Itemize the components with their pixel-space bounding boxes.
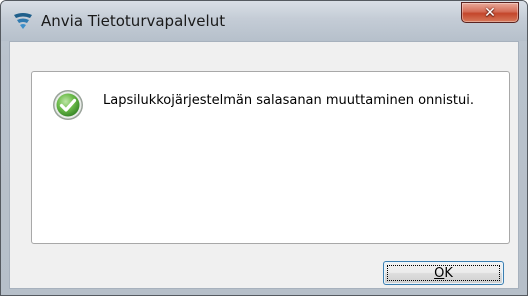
ok-button-label: OK	[434, 265, 453, 281]
dialog-window: Anvia Tietoturvapalvelut ✕ Lapsilukkojär…	[0, 0, 528, 296]
message-panel: Lapsilukkojärjestelmän salasanan muuttam…	[31, 71, 510, 244]
message-text: Lapsilukkojärjestelmän salasanan muuttam…	[103, 93, 474, 108]
close-x-icon: ✕	[484, 4, 496, 21]
dialog-client-area: Lapsilukkojärjestelmän salasanan muuttam…	[9, 41, 519, 289]
ok-button[interactable]: OK	[383, 261, 504, 285]
app-shield-icon	[13, 12, 33, 30]
close-button[interactable]: ✕	[461, 2, 519, 23]
window-title: Anvia Tietoturvapalvelut	[41, 12, 226, 30]
success-check-icon	[52, 89, 84, 121]
title-bar[interactable]: Anvia Tietoturvapalvelut ✕	[1, 1, 527, 41]
